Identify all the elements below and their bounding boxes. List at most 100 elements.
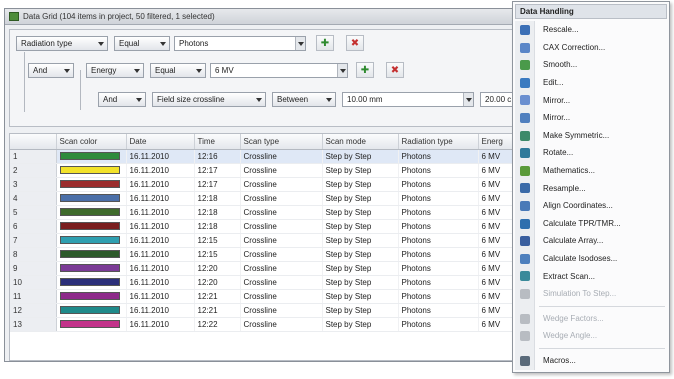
- menu-item[interactable]: Calculate TPR/TMR...: [513, 215, 669, 233]
- cell-date: 16.11.2010: [126, 163, 195, 178]
- table-row[interactable]: 9 16.11.2010 12:20 Crossline Step by Step Pho…: [10, 261, 522, 276]
- table-row[interactable]: 3 16.11.2010 12:17 Crossline Step by Step Pho…: [10, 177, 522, 192]
- table-row[interactable]: 6 16.11.2010 12:18 Crossline Step by Step Pho…: [10, 219, 522, 234]
- cell-rad: Photons: [398, 177, 479, 192]
- menu-item[interactable]: Resample...: [513, 179, 669, 197]
- filter3-field-select[interactable]: Field size crossline: [152, 92, 266, 107]
- column-header[interactable]: [10, 134, 57, 150]
- dropdown-arrow-icon[interactable]: [337, 64, 347, 77]
- color-swatch: [59, 264, 120, 272]
- row-number[interactable]: 9: [10, 261, 57, 276]
- filter3-operator-value: Between: [277, 95, 309, 104]
- filter2-value-input[interactable]: 6 MV: [210, 63, 348, 78]
- row-number[interactable]: 5: [10, 205, 57, 220]
- menu-item[interactable]: Edit...: [513, 74, 669, 92]
- menu-item[interactable]: Align Coordinates...: [513, 197, 669, 215]
- menu-item[interactable]: Rotate...: [513, 144, 669, 162]
- filter3-max-text: 20.00 c: [485, 95, 512, 104]
- table-row[interactable]: 11 16.11.2010 12:21 Crossline Step by Step Ph…: [10, 289, 522, 304]
- cell-rad: Photons: [398, 205, 479, 220]
- menu-item[interactable]: CAX Correction...: [513, 39, 669, 57]
- menu-item: Wedge Factors...: [513, 310, 669, 328]
- filter2-field-select[interactable]: Energy: [86, 63, 144, 78]
- dropdown-arrow-icon[interactable]: [295, 37, 305, 50]
- menu-item[interactable]: Macros...: [513, 352, 669, 370]
- row-number[interactable]: 8: [10, 247, 57, 262]
- table-row[interactable]: 1 16.11.2010 12:16 Crossline Step by Step Pho…: [10, 149, 522, 164]
- cell-type: Crossline: [240, 205, 323, 220]
- table-row[interactable]: 8 16.11.2010 12:15 Crossline Step by Step Pho…: [10, 247, 522, 262]
- filter3-operator-select[interactable]: Between: [272, 92, 336, 107]
- menu-item-label: Mirror...: [543, 113, 571, 123]
- filter3-logic-select[interactable]: And: [98, 92, 146, 107]
- cell-time: 12:20: [194, 261, 241, 276]
- filter2-logic-value: And: [33, 66, 48, 75]
- table-row[interactable]: 5 16.11.2010 12:18 Crossline Step by Step Pho…: [10, 205, 522, 220]
- filter1-field-select[interactable]: Radiation type: [16, 36, 108, 51]
- menu-item[interactable]: Make Symmetric...: [513, 127, 669, 145]
- row-number[interactable]: 2: [10, 163, 57, 178]
- filter1-operator-select[interactable]: Equal: [114, 36, 170, 51]
- row-number[interactable]: 3: [10, 177, 57, 192]
- cell-date: 16.11.2010: [126, 219, 195, 234]
- menu-item[interactable]: Mirror...: [513, 91, 669, 109]
- color-swatch: [59, 278, 120, 286]
- column-header[interactable]: Date: [126, 134, 195, 150]
- scan-color-cell: [56, 261, 127, 276]
- scan-color-cell: [56, 317, 127, 332]
- menu-item-label: Simulation To Step...: [543, 289, 617, 299]
- add-filter-button[interactable]: ✚: [316, 35, 334, 51]
- menu-item[interactable]: Smooth...: [513, 56, 669, 74]
- menu-item[interactable]: Calculate Isodoses...: [513, 250, 669, 268]
- row-number[interactable]: 4: [10, 191, 57, 206]
- cell-type: Crossline: [240, 163, 323, 178]
- menu-item[interactable]: Mirror...: [513, 109, 669, 127]
- row-number[interactable]: 10: [10, 275, 57, 290]
- filter2-operator-select[interactable]: Equal: [150, 63, 206, 78]
- row-number[interactable]: 11: [10, 289, 57, 304]
- column-header[interactable]: Scan color: [56, 134, 127, 150]
- filter3-min-input[interactable]: 10.00 mm: [342, 92, 474, 107]
- menu-item-label: Wedge Angle...: [543, 331, 598, 341]
- table-row[interactable]: 4 16.11.2010 12:18 Crossline Step by Step Pho…: [10, 191, 522, 206]
- column-header[interactable]: Scan mode: [322, 134, 399, 150]
- filter2-logic-select[interactable]: And: [28, 63, 74, 78]
- cell-type: Crossline: [240, 149, 323, 164]
- column-header[interactable]: Radiation type: [398, 134, 479, 150]
- column-header[interactable]: Scan type: [240, 134, 323, 150]
- dropdown-arrow-icon[interactable]: [463, 93, 473, 106]
- cell-mode: Step by Step: [322, 177, 399, 192]
- menu-item[interactable]: Calculate Array...: [513, 232, 669, 250]
- mirror-icon: [520, 95, 530, 106]
- row-number[interactable]: 12: [10, 303, 57, 318]
- menu-item[interactable]: Mathematics...: [513, 162, 669, 180]
- cell-rad: Photons: [398, 303, 479, 318]
- cell-time: 12:15: [194, 247, 241, 262]
- menu-item[interactable]: Rescale...: [513, 21, 669, 39]
- table-row[interactable]: 12 16.11.2010 12:21 Crossline Step by Step Ph…: [10, 303, 522, 318]
- cell-time: 12:18: [194, 191, 241, 206]
- remove-filter-button[interactable]: ✖: [386, 62, 404, 78]
- chevron-down-icon: [256, 98, 262, 102]
- filter1-value-input[interactable]: Photons: [174, 36, 306, 51]
- window-titlebar[interactable]: Data Grid (104 items in project, 50 filt…: [5, 9, 523, 25]
- row-number[interactable]: 13: [10, 317, 57, 332]
- math-icon: [520, 165, 530, 176]
- row-number[interactable]: 1: [10, 149, 57, 164]
- cell-time: 12:18: [194, 219, 241, 234]
- table-row[interactable]: 13 16.11.2010 12:22 Crossline Step by Step Ph…: [10, 317, 522, 332]
- add-filter-button[interactable]: ✚: [356, 62, 374, 78]
- table-row[interactable]: 10 16.11.2010 12:20 Crossline Step by Step Ph…: [10, 275, 522, 290]
- smooth-icon: [520, 60, 530, 71]
- menu-item-label: Smooth...: [543, 60, 578, 70]
- menu-item[interactable]: Extract Scan...: [513, 267, 669, 285]
- row-number[interactable]: 7: [10, 233, 57, 248]
- table-row[interactable]: 7 16.11.2010 12:15 Crossline Step by Step Pho…: [10, 233, 522, 248]
- remove-filter-button[interactable]: ✖: [346, 35, 364, 51]
- table-row[interactable]: 2 16.11.2010 12:17 Crossline Step by Step Pho…: [10, 163, 522, 178]
- column-header[interactable]: Time: [194, 134, 241, 150]
- row-number[interactable]: 6: [10, 219, 57, 234]
- menu-item-label: Calculate TPR/TMR...: [543, 218, 621, 228]
- cell-mode: Step by Step: [322, 149, 399, 164]
- window-title: Data Grid (104 items in project, 50 filt…: [23, 12, 215, 21]
